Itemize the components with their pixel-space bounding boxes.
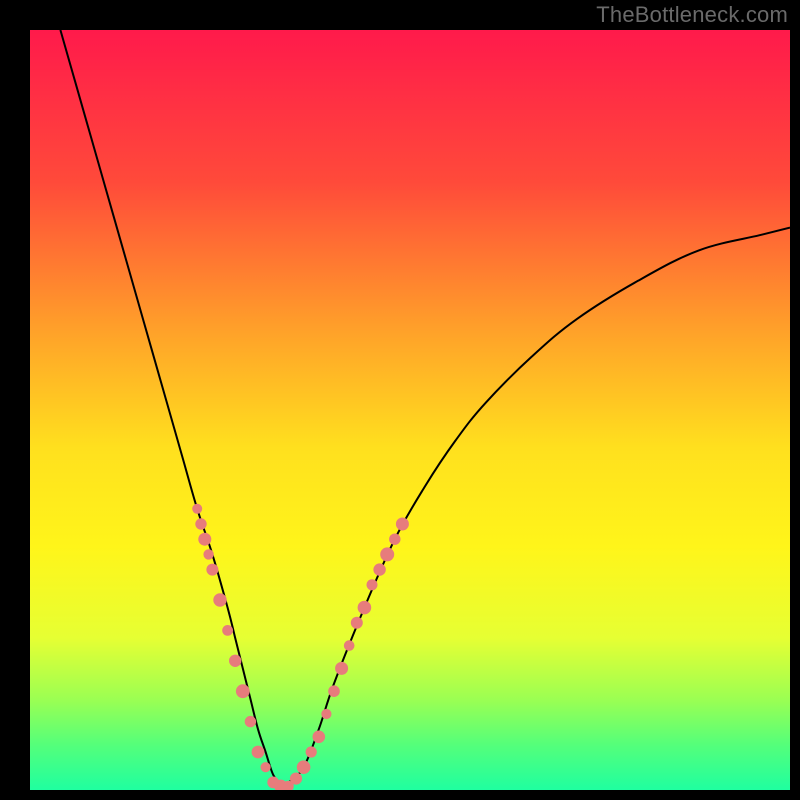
marker-dot [192, 504, 202, 514]
marker-dot [229, 655, 241, 667]
marker-dot [373, 563, 385, 575]
marker-dot [290, 773, 302, 785]
bottleneck-chart [30, 30, 790, 790]
marker-dot [380, 547, 394, 561]
marker-dot [321, 709, 331, 719]
attribution-text: TheBottleneck.com [596, 2, 788, 28]
gradient-background [30, 30, 790, 790]
marker-dot [313, 731, 326, 744]
marker-dot [335, 662, 348, 675]
marker-dot [328, 685, 340, 697]
marker-dot [306, 746, 317, 757]
marker-dot [198, 533, 211, 546]
marker-dot [195, 518, 206, 529]
marker-dot [236, 684, 250, 698]
marker-dot [351, 617, 363, 629]
marker-dot [344, 640, 355, 651]
marker-dot [389, 534, 400, 545]
marker-dot [252, 746, 265, 759]
marker-dot [358, 601, 372, 615]
marker-dot [206, 564, 218, 576]
marker-dot [222, 625, 233, 636]
marker-dot [367, 579, 378, 590]
marker-dot [396, 518, 409, 531]
marker-dot [297, 760, 311, 774]
marker-dot [203, 549, 213, 559]
marker-dot [261, 762, 271, 772]
chart-frame [30, 30, 790, 790]
marker-dot [245, 716, 256, 727]
marker-dot [213, 593, 226, 606]
